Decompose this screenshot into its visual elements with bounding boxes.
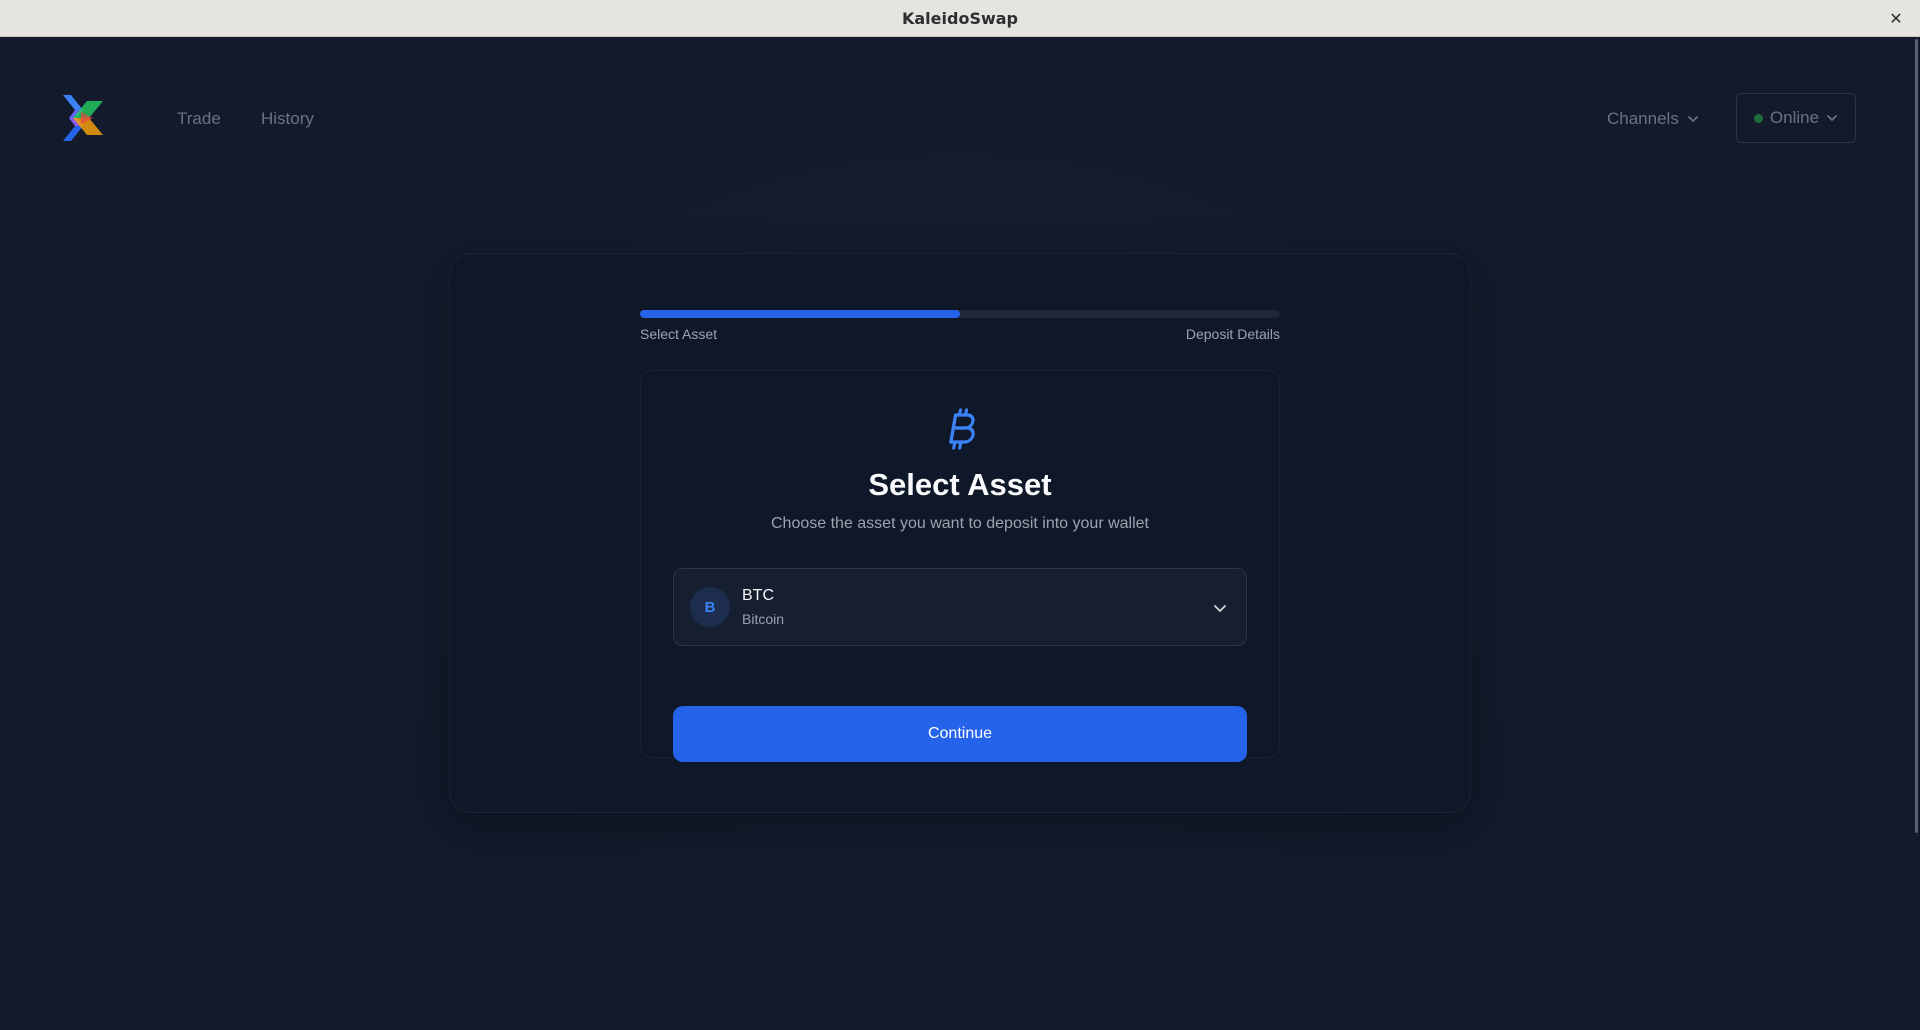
step-deposit-details-label: Deposit Details: [1185, 326, 1280, 342]
status-label: Online: [1769, 108, 1820, 127]
chevron-down-icon: [1827, 115, 1837, 121]
channels-label: Channels: [1607, 109, 1679, 128]
asset-name: Bitcoin: [742, 611, 785, 627]
step-progress-bar: [640, 310, 1280, 318]
kaleidoswap-logo-icon[interactable]: [63, 95, 107, 141]
bitcoin-icon: [949, 408, 975, 450]
chevron-down-icon: [1687, 116, 1698, 122]
select-asset-card: Select Asset Choose the asset you want t…: [640, 370, 1280, 762]
asset-avatar: B: [690, 587, 730, 627]
chevron-down-icon: [1214, 605, 1226, 612]
top-nav: Trade History Channels Online: [0, 37, 1920, 197]
nav-trade-link[interactable]: Trade: [177, 109, 221, 129]
connection-status-dropdown[interactable]: Online: [1736, 93, 1856, 143]
card-title: Select Asset: [868, 467, 1052, 502]
step-select-asset-label: Select Asset: [640, 326, 718, 342]
nav-history-link[interactable]: History: [261, 109, 314, 129]
window-title: KaleidoSwap: [901, 8, 1018, 28]
asset-select-dropdown[interactable]: B BTC Bitcoin: [673, 568, 1247, 646]
channels-dropdown[interactable]: Channels: [1607, 109, 1699, 129]
window-titlebar: KaleidoSwap ✕: [0, 0, 1920, 37]
asset-ticker: BTC: [742, 587, 774, 604]
close-icon[interactable]: ✕: [1884, 6, 1908, 30]
app-content: Trade History Channels Online Select Ass…: [0, 37, 1920, 1030]
continue-button[interactable]: Continue: [673, 706, 1247, 762]
card-subtitle: Choose the asset you want to deposit int…: [771, 515, 1149, 532]
step-progress-fill: [640, 310, 960, 318]
status-dot-icon: [1753, 113, 1763, 123]
